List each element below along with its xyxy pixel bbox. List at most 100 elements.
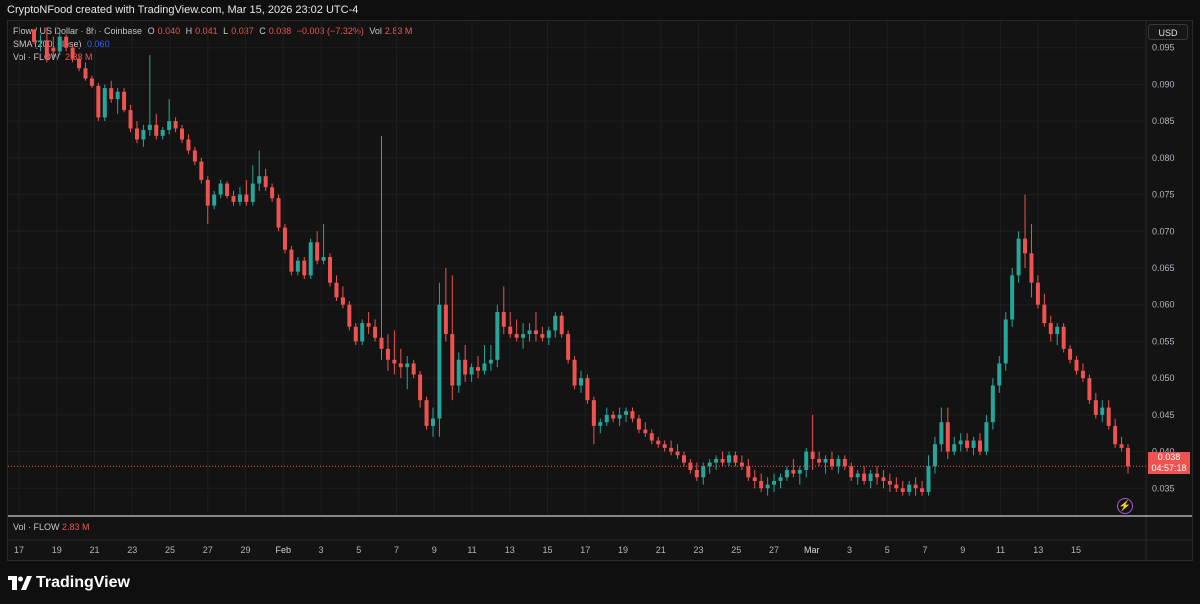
candle-up bbox=[57, 36, 62, 52]
candle-down bbox=[894, 484, 899, 489]
x-tick-label: 7 bbox=[922, 545, 927, 555]
candle-down bbox=[746, 466, 751, 478]
volume-pane-label: Vol · FLOW bbox=[13, 522, 60, 532]
candle-up bbox=[707, 462, 712, 467]
candle-up bbox=[527, 330, 532, 335]
x-tick-label: 19 bbox=[618, 545, 628, 555]
candle-up bbox=[624, 411, 629, 415]
candle-down bbox=[591, 400, 596, 426]
tradingview-logo-icon bbox=[8, 576, 32, 590]
candle-up bbox=[141, 129, 146, 140]
x-tick-label: 19 bbox=[52, 545, 62, 555]
candle-down bbox=[450, 334, 455, 386]
candle-down bbox=[977, 440, 982, 452]
candle-down bbox=[276, 198, 281, 228]
candle-up bbox=[907, 484, 912, 492]
candle-down bbox=[1106, 407, 1111, 426]
candle-up bbox=[765, 484, 770, 489]
y-tick-label: 0.060 bbox=[1152, 300, 1175, 310]
candle-down bbox=[315, 242, 320, 261]
candle-down bbox=[566, 334, 571, 360]
candle-up bbox=[997, 363, 1002, 386]
candle-down bbox=[875, 473, 880, 478]
candle-down bbox=[302, 260, 307, 276]
candle-up bbox=[405, 363, 410, 368]
candle-up bbox=[958, 440, 963, 445]
candle-up bbox=[855, 473, 860, 478]
candle-up bbox=[598, 422, 603, 426]
candle-down bbox=[643, 429, 648, 434]
candle-up bbox=[1016, 238, 1021, 276]
candle-down bbox=[1042, 304, 1047, 324]
candle-up bbox=[868, 473, 873, 481]
candle-down bbox=[649, 433, 654, 441]
x-tick-label: 17 bbox=[14, 545, 24, 555]
candle-up bbox=[257, 176, 262, 184]
brand-name: TradingView bbox=[36, 574, 130, 591]
candle-down bbox=[572, 359, 577, 386]
x-tick-label: 3 bbox=[847, 545, 852, 555]
candle-down bbox=[662, 444, 667, 448]
currency-button[interactable]: USD bbox=[1148, 24, 1188, 40]
bar-countdown: 04:57:18 bbox=[1151, 463, 1187, 473]
candle-down bbox=[1113, 425, 1118, 445]
candle-down bbox=[89, 78, 94, 86]
candle-down bbox=[411, 363, 416, 375]
candle-down bbox=[340, 297, 345, 305]
candle-up bbox=[437, 304, 442, 419]
candle-down bbox=[385, 348, 390, 360]
candle-down bbox=[675, 451, 680, 456]
candle-down bbox=[186, 139, 191, 151]
x-tick-label: 3 bbox=[318, 545, 323, 555]
candle-up bbox=[308, 242, 313, 276]
y-tick-label: 0.095 bbox=[1152, 43, 1175, 53]
candle-up bbox=[295, 260, 300, 272]
x-tick-label: 21 bbox=[656, 545, 666, 555]
x-tick-label: 25 bbox=[731, 545, 741, 555]
candle-up bbox=[932, 444, 937, 467]
candle-up bbox=[714, 458, 719, 463]
candle-up bbox=[926, 466, 931, 492]
candle-down bbox=[353, 326, 358, 342]
candle-up bbox=[321, 256, 326, 261]
candle-down bbox=[1029, 253, 1034, 283]
candle-up bbox=[469, 367, 474, 375]
lightning-icon[interactable]: ⚡ bbox=[1117, 498, 1133, 514]
candle-up bbox=[797, 469, 802, 474]
candle-up bbox=[727, 455, 732, 463]
candle-down bbox=[669, 447, 674, 452]
candle-up bbox=[1055, 326, 1060, 335]
candle-up bbox=[147, 124, 152, 130]
x-tick-label: 13 bbox=[1033, 545, 1043, 555]
x-tick-label: Mar bbox=[804, 545, 820, 555]
candle-up bbox=[102, 88, 107, 118]
candle-up bbox=[1003, 319, 1008, 364]
candle-down bbox=[463, 359, 468, 375]
x-tick-label: 9 bbox=[960, 545, 965, 555]
candle-down bbox=[96, 85, 101, 118]
candle-down bbox=[134, 128, 139, 140]
candle-up bbox=[952, 444, 957, 452]
candle-down bbox=[887, 480, 892, 485]
y-tick-label: 0.070 bbox=[1152, 226, 1175, 236]
x-tick-label: 7 bbox=[394, 545, 399, 555]
candle-down bbox=[842, 458, 847, 467]
x-tick-label: 29 bbox=[240, 545, 250, 555]
candle-up bbox=[823, 458, 828, 463]
candle-down bbox=[881, 477, 886, 481]
x-tick-label: 11 bbox=[996, 545, 1005, 555]
candle-up bbox=[984, 422, 989, 452]
volume-pane-legend[interactable]: Vol · FLOW 2.83 M bbox=[13, 522, 90, 532]
candle-up bbox=[495, 312, 500, 360]
candle-down bbox=[681, 455, 686, 463]
candlestick-chart[interactable]: 0.095 0.090 0.085 0.080 0.075 0.070 0.065 0.060… bbox=[0, 0, 1200, 604]
candle-down bbox=[418, 374, 423, 401]
candle-down bbox=[270, 187, 275, 199]
candle-down bbox=[154, 124, 159, 136]
x-tick-label: 17 bbox=[580, 545, 590, 555]
candle-down bbox=[900, 488, 905, 492]
candle-down bbox=[366, 323, 371, 327]
candle-down bbox=[508, 326, 513, 335]
candle-down bbox=[1126, 447, 1130, 467]
candle-down bbox=[913, 484, 918, 489]
